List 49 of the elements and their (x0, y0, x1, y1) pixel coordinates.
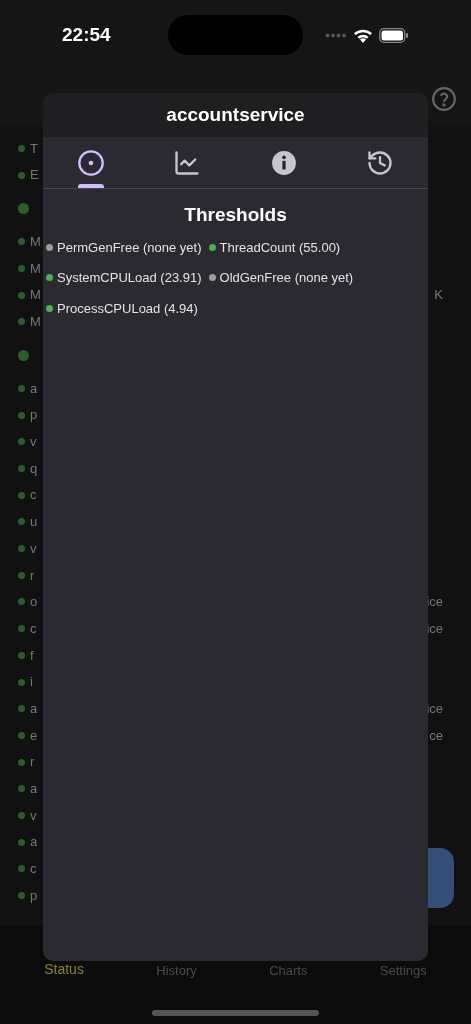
service-name: M (30, 232, 41, 251)
service-name: p (30, 886, 38, 905)
service-name: v (30, 806, 37, 825)
service-detail: ce (429, 726, 443, 745)
battery-icon (379, 27, 409, 43)
dialog-title: accountservice (166, 102, 305, 127)
service-name: c (30, 860, 37, 879)
service-name: e (30, 726, 38, 745)
threshold-label: ProcessCPULoad (4.94) (57, 299, 198, 318)
signal-icon (325, 32, 347, 38)
threshold-label: OldGenFree (none yet) (219, 269, 354, 287)
tab-bar-item[interactable]: History (156, 961, 197, 1024)
service-name: E (30, 166, 39, 185)
service-name: a (30, 699, 38, 718)
tab-bar-item[interactable]: Charts (269, 961, 308, 1024)
line-chart-icon (173, 148, 202, 177)
section-heading: Thresholds (184, 203, 287, 227)
wifi-icon (353, 27, 373, 43)
service-name: M (30, 259, 41, 278)
service-name: T (30, 139, 38, 158)
threshold-label: SystemCPULoad (23.91) (57, 269, 202, 287)
history-icon (365, 148, 394, 177)
service-detail: K (434, 286, 443, 305)
service-name: i (30, 673, 33, 692)
service-name: a (30, 379, 38, 398)
service-name: c (30, 619, 37, 638)
service-name: a (30, 780, 38, 799)
service-name: a (30, 833, 38, 852)
tab-bar-item[interactable]: Status (44, 959, 84, 1024)
service-name: c (30, 486, 37, 505)
status-time: 22:54 (62, 22, 111, 47)
service-name: u (30, 513, 38, 532)
service-name: v (30, 433, 37, 452)
help-icon[interactable] (431, 85, 457, 112)
service-name: p (30, 406, 38, 425)
service-name: f (30, 646, 34, 665)
service-name: r (30, 566, 35, 585)
service-name: q (30, 459, 38, 478)
threshold-label: PermGenFree (none yet) (57, 238, 202, 257)
tab-bar-item[interactable]: Settings (379, 961, 427, 1024)
threshold-label: ThreadCount (55.00) (219, 238, 341, 257)
tab-indicator (78, 184, 105, 188)
info-icon (270, 149, 297, 176)
service-name: o (30, 593, 38, 612)
radio-icon (77, 148, 106, 177)
service-name: r (30, 753, 35, 772)
service-name: M (30, 313, 41, 332)
service-name: v (30, 539, 37, 558)
service-name: M (30, 286, 41, 305)
